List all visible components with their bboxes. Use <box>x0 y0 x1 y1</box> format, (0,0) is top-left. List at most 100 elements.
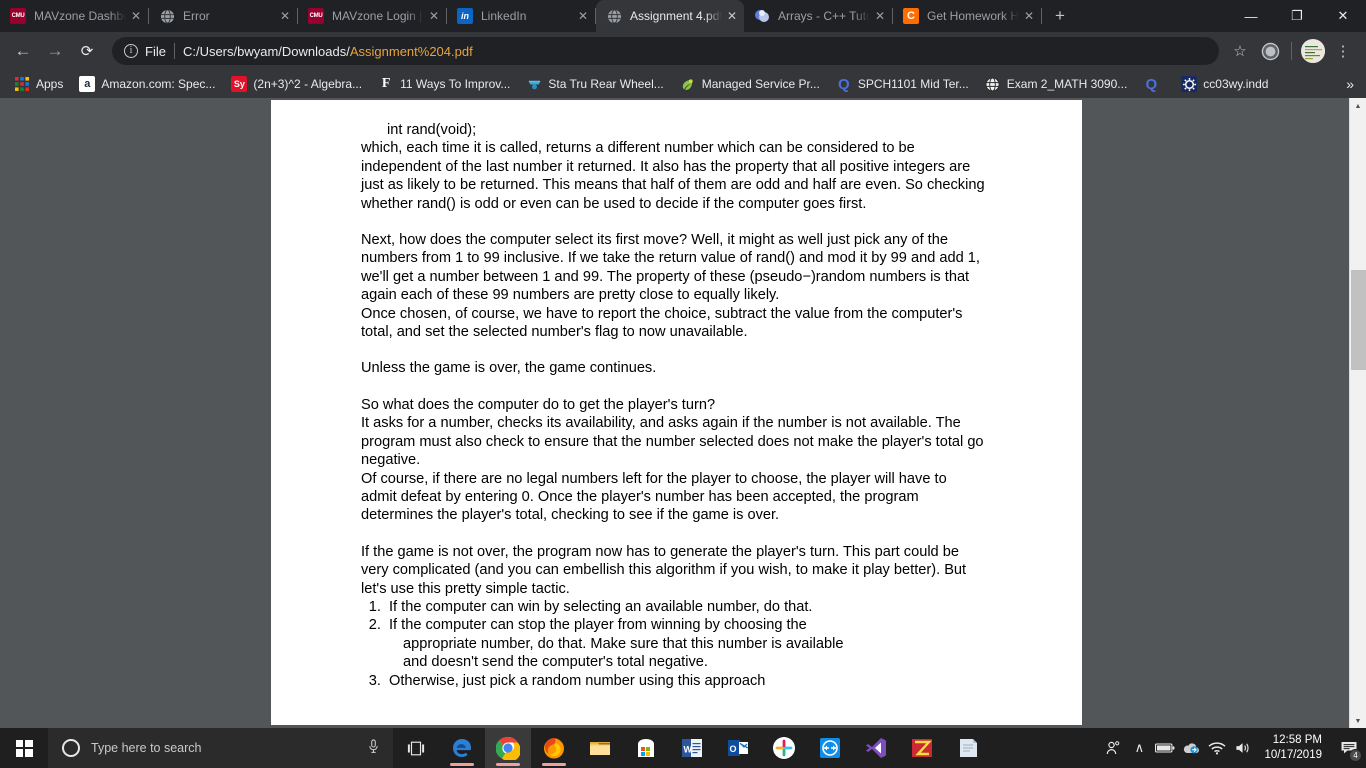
globe-icon <box>985 76 1001 92</box>
tab-title: MAVzone Login | C <box>332 9 424 23</box>
tab-close-button[interactable]: ✕ <box>426 8 442 24</box>
scrollbar-thumb[interactable] <box>1351 270 1366 370</box>
globe-icon <box>159 8 175 24</box>
task-view-button[interactable] <box>393 728 439 768</box>
bookmarks-overflow-button[interactable]: » <box>1346 76 1360 92</box>
chrome-menu-button[interactable]: ⋮ <box>1328 36 1358 66</box>
tab-close-button[interactable]: ✕ <box>128 8 144 24</box>
bookmark-apps[interactable]: Apps <box>6 73 71 95</box>
windows-logo-icon <box>15 739 33 757</box>
people-icon[interactable] <box>1100 728 1126 768</box>
onedrive-icon[interactable] <box>1178 728 1204 768</box>
window-minimize-button[interactable]: — <box>1228 0 1274 32</box>
reload-button[interactable]: ⟳ <box>72 36 102 66</box>
pdf-paragraph: So what does the computer do to get the … <box>361 396 716 413</box>
list-item: If the computer can stop the player from… <box>385 616 986 671</box>
forbes-icon: F <box>381 76 391 91</box>
taskbar-app-buttons: W O <box>439 728 991 768</box>
window-close-button[interactable]: ✕ <box>1320 0 1366 32</box>
clock-date: 10/17/2019 <box>1264 749 1322 761</box>
bookmark-statru[interactable]: Sta Tru Rear Wheel... <box>518 73 671 95</box>
browser-tab-1[interactable]: Error ✕ <box>149 0 297 32</box>
chegg-icon: C <box>903 8 919 24</box>
taskbar-clock[interactable]: 12:58 PM 10/17/2019 <box>1256 728 1334 768</box>
taskbar-app-chrome-icon[interactable] <box>485 728 531 768</box>
pdf-spacer <box>361 213 986 231</box>
extension-icon[interactable] <box>1255 36 1285 66</box>
tab-close-button[interactable]: ✕ <box>872 8 888 24</box>
list-item-text: If the computer can stop the player from… <box>389 617 807 634</box>
pdf-paragraph: which, each time it is called, returns a… <box>361 140 985 212</box>
volume-icon[interactable] <box>1230 728 1256 768</box>
browser-tab-4-active[interactable]: Assignment 4.pdf ✕ <box>596 0 744 32</box>
microphone-icon[interactable] <box>361 739 385 757</box>
browser-tab-0[interactable]: CMU MAVzone Dashboa ✕ <box>0 0 148 32</box>
taskbar-app-microsoft-store-icon[interactable] <box>623 728 669 768</box>
vertical-scrollbar[interactable]: ▲ ▼ <box>1349 98 1366 730</box>
taskbar-app-vscode-icon[interactable] <box>853 728 899 768</box>
amazon-icon: a <box>79 76 96 92</box>
profile-avatar[interactable] <box>1298 36 1328 66</box>
notification-center-button[interactable]: 4 <box>1334 728 1364 768</box>
pdf-spacer <box>361 378 986 396</box>
bookmark-label: Sta Tru Rear Wheel... <box>548 77 664 91</box>
cortana-icon[interactable] <box>62 739 80 757</box>
taskbar-app-teamviewer-icon[interactable] <box>807 728 853 768</box>
bookmark-managed-service[interactable]: Managed Service Pr... <box>672 73 828 95</box>
cmu-icon: CMU <box>308 8 324 24</box>
bookmark-exam2-math[interactable]: Exam 2_MATH 3090... <box>977 73 1136 95</box>
quizlet-icon: Q <box>1145 76 1158 92</box>
pdf-spacer <box>361 525 986 543</box>
symbolab-icon: Sy <box>231 76 248 92</box>
url-scheme-label: File <box>145 43 166 59</box>
taskbar-search-box[interactable]: Type here to search <box>48 728 393 768</box>
back-button[interactable]: ← <box>8 36 38 66</box>
taskbar-app-edge-icon[interactable] <box>439 728 485 768</box>
browser-toolbar: ← → ⟳ i File C:/Users/bwyam/Downloads/As… <box>0 32 1366 70</box>
browser-tab-5[interactable]: Arrays - C++ Tutor ✕ <box>744 0 892 32</box>
bookmark-label: Apps <box>36 77 64 91</box>
toolbar-right-actions: ☆ ⋮ <box>1225 36 1358 66</box>
list-item: Otherwise, just pick a random number usi… <box>385 672 986 690</box>
address-bar[interactable]: i File C:/Users/bwyam/Downloads/Assignme… <box>112 37 1219 65</box>
bookmark-amazon[interactable]: a Amazon.com: Spec... <box>71 73 223 95</box>
taskbar-app-outlook-icon[interactable]: O <box>715 728 761 768</box>
bookmark-quizlet-spch[interactable]: Q SPCH1101 Mid Ter... <box>828 73 977 95</box>
omnibox-divider <box>173 43 175 59</box>
apps-grid-icon <box>14 76 30 92</box>
tab-close-button[interactable]: ✕ <box>277 8 293 24</box>
start-button[interactable] <box>0 728 48 768</box>
taskbar-app-zotero-icon[interactable] <box>899 728 945 768</box>
scroll-up-arrow-icon[interactable]: ▲ <box>1350 98 1366 115</box>
new-tab-button[interactable]: + <box>1046 2 1074 30</box>
browser-tab-3[interactable]: in LinkedIn ✕ <box>447 0 595 32</box>
tab-title: Get Homework He <box>927 9 1019 23</box>
bookmark-label: Managed Service Pr... <box>701 77 820 91</box>
browser-tab-2[interactable]: CMU MAVzone Login | C ✕ <box>298 0 446 32</box>
taskbar-app-firefox-icon[interactable] <box>531 728 577 768</box>
bookmark-forbes[interactable]: F 11 Ways To Improv... <box>370 73 518 95</box>
taskbar-app-file-explorer-icon[interactable] <box>577 728 623 768</box>
bookmark-cc03wy[interactable]: cc03wy.indd <box>1173 73 1276 95</box>
taskbar-app-notepad-icon[interactable] <box>945 728 991 768</box>
bookmark-quizlet-2[interactable]: Q <box>1135 73 1173 95</box>
list-item: If the computer can win by selecting an … <box>385 598 986 616</box>
wifi-icon[interactable] <box>1204 728 1230 768</box>
clock-time: 12:58 PM <box>1272 734 1322 746</box>
tab-close-button[interactable]: ✕ <box>724 8 740 24</box>
amazon-cart-icon <box>526 76 542 92</box>
tab-close-button[interactable]: ✕ <box>1021 8 1037 24</box>
window-maximize-button[interactable]: ❐ <box>1274 0 1320 32</box>
taskbar-app-word-icon[interactable]: W <box>669 728 715 768</box>
forward-button[interactable]: → <box>40 36 70 66</box>
pdf-text-content: int rand(void); which, each time it is c… <box>361 121 986 690</box>
chevron-up-icon[interactable]: ∧ <box>1126 728 1152 768</box>
battery-icon[interactable] <box>1152 728 1178 768</box>
page-info-icon[interactable]: i <box>124 44 138 58</box>
taskbar-app-slack-icon[interactable] <box>761 728 807 768</box>
browser-tab-6[interactable]: C Get Homework He ✕ <box>893 0 1041 32</box>
bookmark-star-icon[interactable]: ☆ <box>1225 36 1255 66</box>
cpp-icon <box>754 8 770 24</box>
tab-close-button[interactable]: ✕ <box>575 8 591 24</box>
bookmark-symbolab[interactable]: Sy (2n+3)^2 - Algebra... <box>223 73 370 95</box>
